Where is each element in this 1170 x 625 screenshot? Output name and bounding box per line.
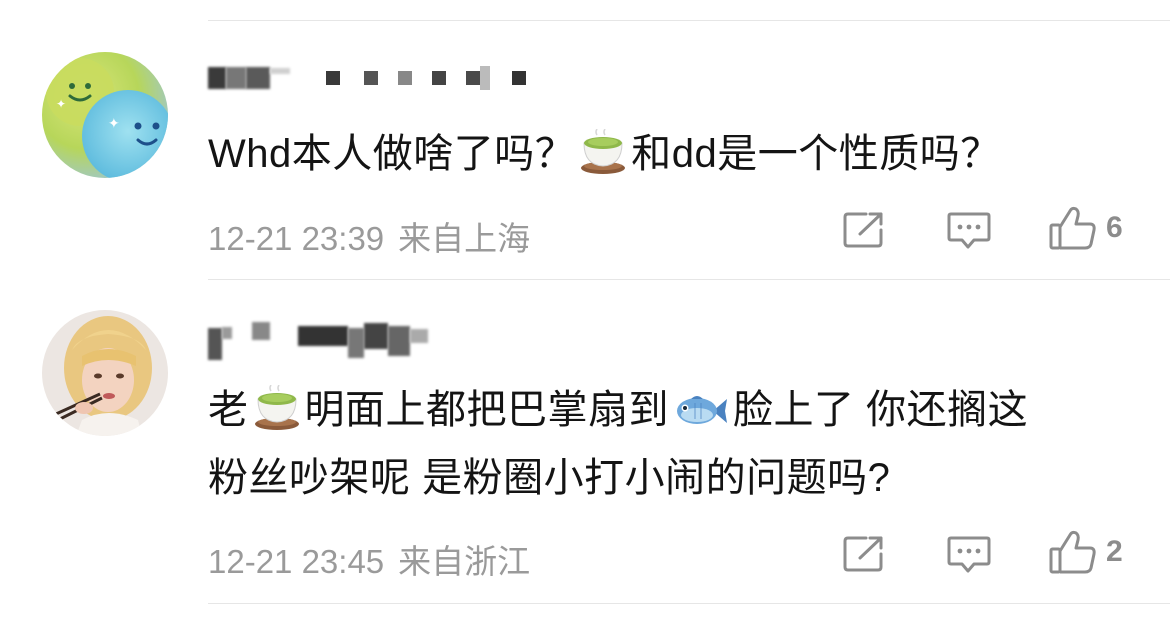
comment-text-part: Whd本人做啥了吗？ [208,132,576,176]
share-icon [842,534,886,574]
comment-text: Whd本人做啥了吗？ 和dd是一个性质吗？ [208,122,1001,194]
redacted-block [226,67,246,89]
redacted-block [364,71,378,85]
location: 来自浙江 [398,543,531,580]
comment-button[interactable] [946,534,992,574]
comment-meta: 12-21 23:45 来自浙江 [208,535,530,583]
redacted-block [298,326,348,346]
comment-button[interactable] [946,210,992,250]
timestamp: 12-21 23:39 [208,220,385,257]
redacted-block [208,328,222,360]
redacted-block [246,67,270,89]
comment-text-part: 脸上了 你还搁这 [733,388,1029,432]
timestamp: 12-21 23:45 [208,543,385,580]
redacted-block [222,327,232,339]
like-count: 6 [1106,211,1123,244]
like-button[interactable]: 2 [1048,529,1123,575]
comment-icon [946,210,992,250]
like-button[interactable]: 6 [1048,205,1123,251]
username-redacted[interactable] [208,63,526,93]
comment-divider [208,279,1170,280]
redacted-block [208,67,226,89]
comment-text-part: 老 [208,388,249,432]
comment-icon [946,534,992,574]
bottom-divider [208,603,1170,604]
share-button[interactable] [842,210,886,250]
redacted-block [410,329,428,343]
avatar[interactable]: ✦ ✦ [42,52,168,178]
comment-text-part: 明面上都把巴掌扇到 [304,388,669,432]
comment-text-line-1: 老 明面上都把巴掌扇到 脸上了 你还搁这 [208,378,1028,450]
thumbs-up-icon [1048,529,1098,575]
top-divider [208,20,1170,21]
redacted-block [364,323,388,349]
redacted-block [398,71,412,85]
tea-cup-emoji-icon [253,384,301,450]
tea-cup-emoji-icon [579,128,627,194]
comment-text-line-2: 粉丝吵架呢 是粉圈小打小闹的问题吗? [208,456,891,500]
share-icon [842,210,886,250]
like-count: 2 [1106,535,1123,568]
location: 来自上海 [398,220,531,257]
redacted-block [326,71,340,85]
comment-text-part: 和dd是一个性质吗？ [631,132,1001,176]
redacted-block [432,71,446,85]
redacted-block [252,322,270,340]
redacted-block [512,71,526,85]
thumbs-up-icon [1048,205,1098,251]
redacted-block [270,68,290,74]
username-redacted[interactable] [208,321,428,360]
redacted-block [348,328,364,358]
comment-meta: 12-21 23:39 来自上海 [208,212,530,260]
redacted-block [466,71,480,85]
redacted-block [388,326,410,356]
share-button[interactable] [842,534,886,574]
svg-text:✦: ✦ [56,97,66,111]
fish-emoji-icon [673,386,729,450]
avatar[interactable] [42,310,168,436]
svg-text:✦: ✦ [108,116,120,132]
redacted-block [480,66,490,90]
